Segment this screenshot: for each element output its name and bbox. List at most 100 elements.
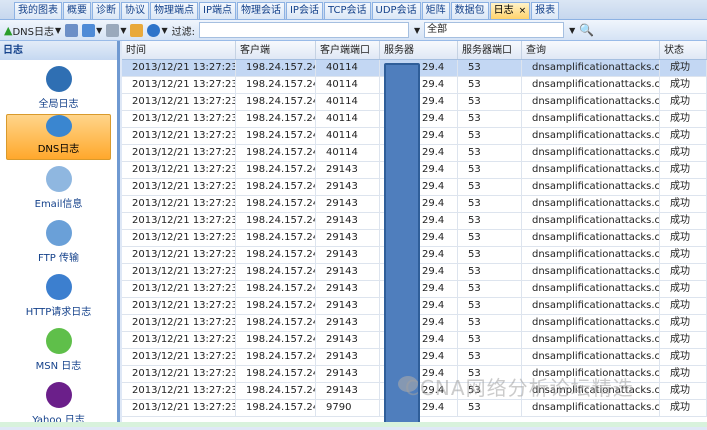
column-header[interactable]: 客户端端口: [316, 41, 380, 59]
table-cell: 29143: [316, 230, 380, 246]
tab-6[interactable]: 物理会话: [236, 2, 285, 19]
table-cell: 53: [458, 264, 522, 280]
yahoo-icon: [45, 382, 72, 408]
refresh-icon: [147, 23, 161, 37]
filter-tool-button[interactable]: ▼: [82, 23, 102, 37]
sidebar-item-4[interactable]: HTTP请求日志: [0, 268, 117, 322]
table-cell: 成功: [660, 145, 707, 161]
log-type-dropdown[interactable]: ▲ DNS日志 ▼: [4, 23, 61, 38]
table-cell: 53: [458, 332, 522, 348]
table-cell: 53: [458, 315, 522, 331]
table-cell: 29143: [316, 196, 380, 212]
column-header[interactable]: 服务器: [380, 41, 458, 59]
tab-12[interactable]: 日志 ×: [489, 2, 531, 19]
sidebar-item-0[interactable]: 全局日志: [0, 60, 117, 114]
table-cell: 成功: [660, 179, 707, 195]
chevron-down-icon: ▼: [120, 25, 127, 35]
table-cell: 53: [458, 400, 522, 416]
table-cell: 198.24.157.245: [236, 281, 316, 297]
table-cell: 2013/12/21 13:27:23: [122, 77, 236, 93]
tab-10[interactable]: 矩阵: [421, 2, 450, 19]
tab-13[interactable]: 报表: [531, 2, 560, 19]
email-icon: [45, 166, 72, 192]
tab-5[interactable]: IP端点: [199, 2, 236, 19]
table-cell: 198.24.157.245: [236, 349, 316, 365]
table-cell: 198.24.157.245: [236, 128, 316, 144]
table-cell: dnsamplificationattacks.cc: [522, 213, 660, 229]
table-cell: 成功: [660, 60, 707, 76]
toolbar: ▲ DNS日志 ▼ ▼ ▼ ▼ 过滤: ▼ 全部 ▼ 🔍: [0, 20, 707, 41]
table-cell: 2013/12/21 13:27:23: [122, 94, 236, 110]
column-header[interactable]: 查询: [522, 41, 660, 59]
tab-label: 数据包: [454, 5, 485, 16]
http-icon: [45, 274, 72, 300]
table-header: 时间 客户端 客户端端口 服务器 服务器端口 查询 状态: [122, 41, 707, 60]
tab-label: TCP会话: [327, 5, 367, 16]
export-icon[interactable]: [130, 23, 144, 37]
tab-7[interactable]: IP会话: [285, 2, 323, 19]
table-cell: 198.24.157.245: [236, 264, 316, 280]
tab-1[interactable]: 概要: [63, 2, 91, 19]
table-cell: 2013/12/21 13:27:23: [122, 298, 236, 314]
close-icon[interactable]: ×: [519, 6, 527, 16]
filter-dropdown-icon[interactable]: ▼: [414, 26, 420, 35]
filter-input[interactable]: [199, 22, 409, 38]
table-cell: 成功: [660, 230, 707, 246]
table-cell: 2013/12/21 13:27:23: [122, 145, 236, 161]
table-cell: 198.24.157.245: [236, 179, 316, 195]
table-cell: 53: [458, 94, 522, 110]
save-icon[interactable]: [65, 23, 79, 37]
sidebar-item-2[interactable]: Email信息: [0, 160, 117, 214]
binoculars-icon: [106, 23, 120, 37]
column-header[interactable]: 客户端: [236, 41, 316, 59]
table-cell: 198.24.157.245: [236, 383, 316, 399]
tab-8[interactable]: TCP会话: [323, 2, 371, 19]
table-cell: 198.24.157.245: [236, 94, 316, 110]
table-cell: 198.24.157.245: [236, 247, 316, 263]
table-cell: 53: [458, 281, 522, 297]
tab-4[interactable]: 物理端点: [150, 2, 198, 19]
tab-label: 物理端点: [154, 5, 194, 16]
tab-3[interactable]: 协议: [121, 2, 149, 19]
sidebar-item-label: FTP 传输: [38, 253, 79, 264]
column-header[interactable]: 服务器端口: [458, 41, 522, 59]
table-cell: 2013/12/21 13:27:23: [122, 179, 236, 195]
table-cell: 198.24.157.245: [236, 332, 316, 348]
table-cell: dnsamplificationattacks.cc: [522, 247, 660, 263]
tab-label: 报表: [535, 5, 556, 16]
table-cell: 29143: [316, 332, 380, 348]
table-cell: dnsamplificationattacks.cc: [522, 128, 660, 144]
table-cell: 53: [458, 60, 522, 76]
column-header[interactable]: 时间: [122, 41, 236, 59]
tab-11[interactable]: 数据包: [450, 2, 489, 19]
table-cell: 9790: [316, 400, 380, 416]
table-cell: dnsamplificationattacks.cc: [522, 145, 660, 161]
sidebar-item-1[interactable]: DNS日志: [6, 114, 111, 160]
refresh-button[interactable]: ▼: [147, 23, 168, 37]
tab-0[interactable]: 我的图表: [14, 2, 62, 19]
table-cell: 成功: [660, 111, 707, 127]
tab-2[interactable]: 诊断: [92, 2, 120, 19]
table-cell: 198.24.157.245: [236, 230, 316, 246]
table-cell: 198.24.157.245: [236, 77, 316, 93]
scope-select[interactable]: 全部: [424, 22, 565, 38]
table-cell: dnsamplificationattacks.cc: [522, 281, 660, 297]
table-cell: 成功: [660, 264, 707, 280]
scope-dropdown-icon[interactable]: ▼: [569, 26, 575, 35]
tab-9[interactable]: UDP会话: [371, 2, 421, 19]
tab-label: 概要: [67, 5, 87, 16]
column-header[interactable]: 状态: [660, 41, 707, 59]
table-cell: dnsamplificationattacks.cc: [522, 196, 660, 212]
table-cell: 2013/12/21 13:27:23: [122, 128, 236, 144]
table-cell: 40114: [316, 111, 380, 127]
sidebar-item-label: DNS日志: [37, 144, 80, 155]
search-icon[interactable]: 🔍: [579, 23, 594, 37]
table-cell: 53: [458, 77, 522, 93]
sidebar-item-5[interactable]: MSN 日志: [0, 322, 117, 376]
sidebar-item-3[interactable]: FTP 传输: [0, 214, 117, 268]
table-cell: dnsamplificationattacks.cc: [522, 60, 660, 76]
find-tool-button[interactable]: ▼: [106, 23, 127, 37]
table-cell: 2013/12/21 13:27:23: [122, 366, 236, 382]
tab-label: IP会话: [289, 5, 319, 16]
table-cell: 53: [458, 145, 522, 161]
